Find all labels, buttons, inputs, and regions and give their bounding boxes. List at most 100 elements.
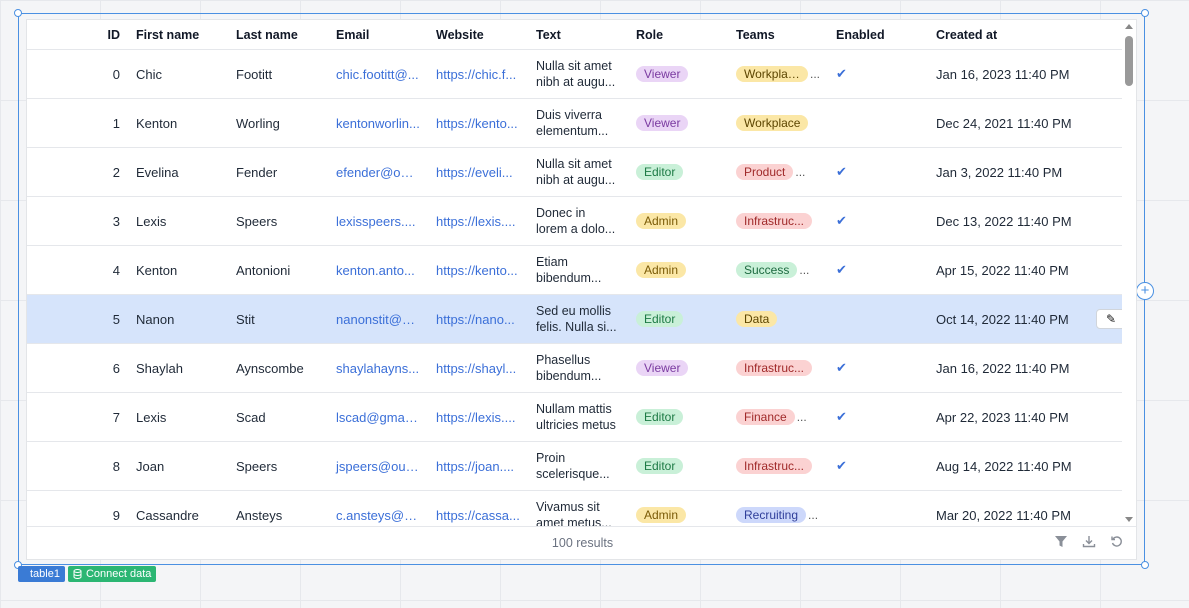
table-row[interactable]: 6 Shaylah Aynscombe shaylahayns... https://s… bbox=[27, 344, 1123, 393]
cell-teams[interactable]: Data bbox=[728, 311, 828, 327]
cell-email-link[interactable]: lexisspeers.... bbox=[328, 214, 428, 229]
cell-text[interactable]: Proin scelerisque... bbox=[528, 450, 628, 482]
cell-role[interactable]: Editor bbox=[628, 458, 728, 475]
table-row[interactable]: 7 Lexis Scad lscad@gmail... https://lexis...… bbox=[27, 393, 1123, 442]
column-header-role[interactable]: Role bbox=[628, 28, 728, 42]
cell-text[interactable]: Nullam mattis ultricies metus bbox=[528, 401, 628, 433]
cell-id[interactable]: 6 bbox=[27, 361, 128, 376]
column-header-id[interactable]: ID bbox=[27, 28, 128, 42]
cell-email-link[interactable]: lscad@gmail... bbox=[328, 410, 428, 425]
cell-first-name[interactable]: Chic bbox=[128, 67, 228, 82]
cell-role[interactable]: Admin bbox=[628, 507, 728, 524]
cell-text[interactable]: Vivamus sit amet metus... bbox=[528, 499, 628, 528]
cell-enabled[interactable]: ✔ bbox=[828, 66, 928, 82]
cell-role[interactable]: Viewer bbox=[628, 66, 728, 83]
table-row[interactable]: 0 Chic Footitt chic.footitt@... https://chic… bbox=[27, 50, 1123, 99]
table-row[interactable]: 2 Evelina Fender efender@out... https://evel… bbox=[27, 148, 1123, 197]
cell-role[interactable]: Admin bbox=[628, 262, 728, 279]
cell-last-name[interactable]: Fender bbox=[228, 165, 328, 180]
cell-email-link[interactable]: c.ansteys@y... bbox=[328, 508, 428, 523]
cell-last-name[interactable]: Footitt bbox=[228, 67, 328, 82]
cell-created-at[interactable]: Apr 15, 2022 11:40 PM bbox=[928, 263, 1088, 278]
edit-row-button[interactable]: ✎ bbox=[1096, 309, 1123, 329]
scrollbar-thumb[interactable] bbox=[1125, 36, 1133, 86]
cell-id[interactable]: 5 bbox=[27, 312, 128, 327]
cell-created-at[interactable]: Jan 16, 2023 11:40 PM bbox=[928, 67, 1088, 82]
column-header-teams[interactable]: Teams bbox=[728, 28, 828, 42]
scroll-up-icon[interactable] bbox=[1125, 24, 1133, 29]
cell-last-name[interactable]: Worling bbox=[228, 116, 328, 131]
cell-enabled[interactable]: ✔ bbox=[828, 458, 928, 474]
cell-enabled[interactable]: ✔ bbox=[828, 360, 928, 376]
cell-created-at[interactable]: Jan 16, 2022 11:40 PM bbox=[928, 361, 1088, 376]
cell-text[interactable]: Sed eu mollis felis. Nulla si... bbox=[528, 303, 628, 335]
component-name-tag[interactable]: table1 bbox=[18, 566, 65, 582]
resize-handle-top-left[interactable] bbox=[14, 9, 22, 17]
cell-teams[interactable]: Workplace... bbox=[728, 66, 828, 82]
cell-last-name[interactable]: Speers bbox=[228, 459, 328, 474]
cell-email-link[interactable]: kentonworlin... bbox=[328, 116, 428, 131]
cell-last-name[interactable]: Stit bbox=[228, 312, 328, 327]
cell-teams[interactable]: Workplace bbox=[728, 115, 828, 131]
cell-enabled[interactable]: ✔ bbox=[828, 262, 928, 278]
cell-last-name[interactable]: Scad bbox=[228, 410, 328, 425]
cell-created-at[interactable]: Aug 14, 2022 11:40 PM bbox=[928, 459, 1088, 474]
add-column-icon[interactable]: + bbox=[1136, 282, 1154, 300]
scroll-down-icon[interactable] bbox=[1125, 517, 1133, 522]
cell-created-at[interactable]: Dec 13, 2022 11:40 PM bbox=[928, 214, 1088, 229]
cell-website-link[interactable]: https://cassa... bbox=[428, 508, 528, 523]
cell-website-link[interactable]: https://kento... bbox=[428, 263, 528, 278]
cell-first-name[interactable]: Cassandre bbox=[128, 508, 228, 523]
table-row[interactable]: 3 Lexis Speers lexisspeers.... https://lexis… bbox=[27, 197, 1123, 246]
refresh-icon[interactable] bbox=[1110, 535, 1124, 551]
cell-first-name[interactable]: Lexis bbox=[128, 410, 228, 425]
column-header-last-name[interactable]: Last name bbox=[228, 28, 328, 42]
cell-first-name[interactable]: Kenton bbox=[128, 116, 228, 131]
cell-text[interactable]: Nulla sit amet nibh at augu... bbox=[528, 156, 628, 188]
cell-id[interactable]: 9 bbox=[27, 508, 128, 523]
vertical-scrollbar[interactable] bbox=[1122, 20, 1136, 528]
download-icon[interactable] bbox=[1082, 535, 1096, 551]
cell-first-name[interactable]: Shaylah bbox=[128, 361, 228, 376]
cell-website-link[interactable]: https://lexis.... bbox=[428, 410, 528, 425]
cell-website-link[interactable]: https://chic.f... bbox=[428, 67, 528, 82]
cell-teams[interactable]: Finance... bbox=[728, 409, 828, 425]
cell-teams[interactable]: Product... bbox=[728, 164, 828, 180]
cell-text[interactable]: Phasellus bibendum... bbox=[528, 352, 628, 384]
cell-created-at[interactable]: Mar 20, 2022 11:40 PM bbox=[928, 508, 1088, 523]
cell-last-name[interactable]: Ansteys bbox=[228, 508, 328, 523]
cell-text[interactable]: Nulla sit amet nibh at augu... bbox=[528, 58, 628, 90]
cell-website-link[interactable]: https://joan.... bbox=[428, 459, 528, 474]
cell-id[interactable]: 8 bbox=[27, 459, 128, 474]
cell-role[interactable]: Admin bbox=[628, 213, 728, 230]
cell-email-link[interactable]: chic.footitt@... bbox=[328, 67, 428, 82]
cell-created-at[interactable]: Dec 24, 2021 11:40 PM bbox=[928, 116, 1088, 131]
cell-email-link[interactable]: jspeers@outl... bbox=[328, 459, 428, 474]
column-header-website[interactable]: Website bbox=[428, 28, 528, 42]
cell-first-name[interactable]: Evelina bbox=[128, 165, 228, 180]
cell-first-name[interactable]: Nanon bbox=[128, 312, 228, 327]
cell-id[interactable]: 7 bbox=[27, 410, 128, 425]
resize-handle-top-right[interactable] bbox=[1141, 9, 1149, 17]
table-row[interactable]: 8 Joan Speers jspeers@outl... https://joan..… bbox=[27, 442, 1123, 491]
cell-last-name[interactable]: Speers bbox=[228, 214, 328, 229]
cell-role[interactable]: Editor bbox=[628, 409, 728, 426]
cell-teams[interactable]: Recruiting... bbox=[728, 507, 828, 523]
cell-id[interactable]: 3 bbox=[27, 214, 128, 229]
cell-last-name[interactable]: Aynscombe bbox=[228, 361, 328, 376]
cell-teams[interactable]: Infrastruc... bbox=[728, 360, 828, 376]
cell-created-at[interactable]: Apr 22, 2023 11:40 PM bbox=[928, 410, 1088, 425]
filter-icon[interactable] bbox=[1054, 535, 1068, 551]
cell-first-name[interactable]: Kenton bbox=[128, 263, 228, 278]
table-row[interactable]: 9 Cassandre Ansteys c.ansteys@y... https://c… bbox=[27, 491, 1123, 528]
cell-email-link[interactable]: nanonstit@g... bbox=[328, 312, 428, 327]
cell-role[interactable]: Viewer bbox=[628, 360, 728, 377]
table-row[interactable]: 1 Kenton Worling kentonworlin... https://ken… bbox=[27, 99, 1123, 148]
cell-role[interactable]: Editor bbox=[628, 164, 728, 181]
cell-id[interactable]: 1 bbox=[27, 116, 128, 131]
resize-handle-bottom-right[interactable] bbox=[1141, 561, 1149, 569]
cell-text[interactable]: Duis viverra elementum... bbox=[528, 107, 628, 139]
cell-website-link[interactable]: https://kento... bbox=[428, 116, 528, 131]
cell-enabled[interactable]: ✔ bbox=[828, 213, 928, 229]
cell-text[interactable]: Donec in lorem a dolo... bbox=[528, 205, 628, 237]
